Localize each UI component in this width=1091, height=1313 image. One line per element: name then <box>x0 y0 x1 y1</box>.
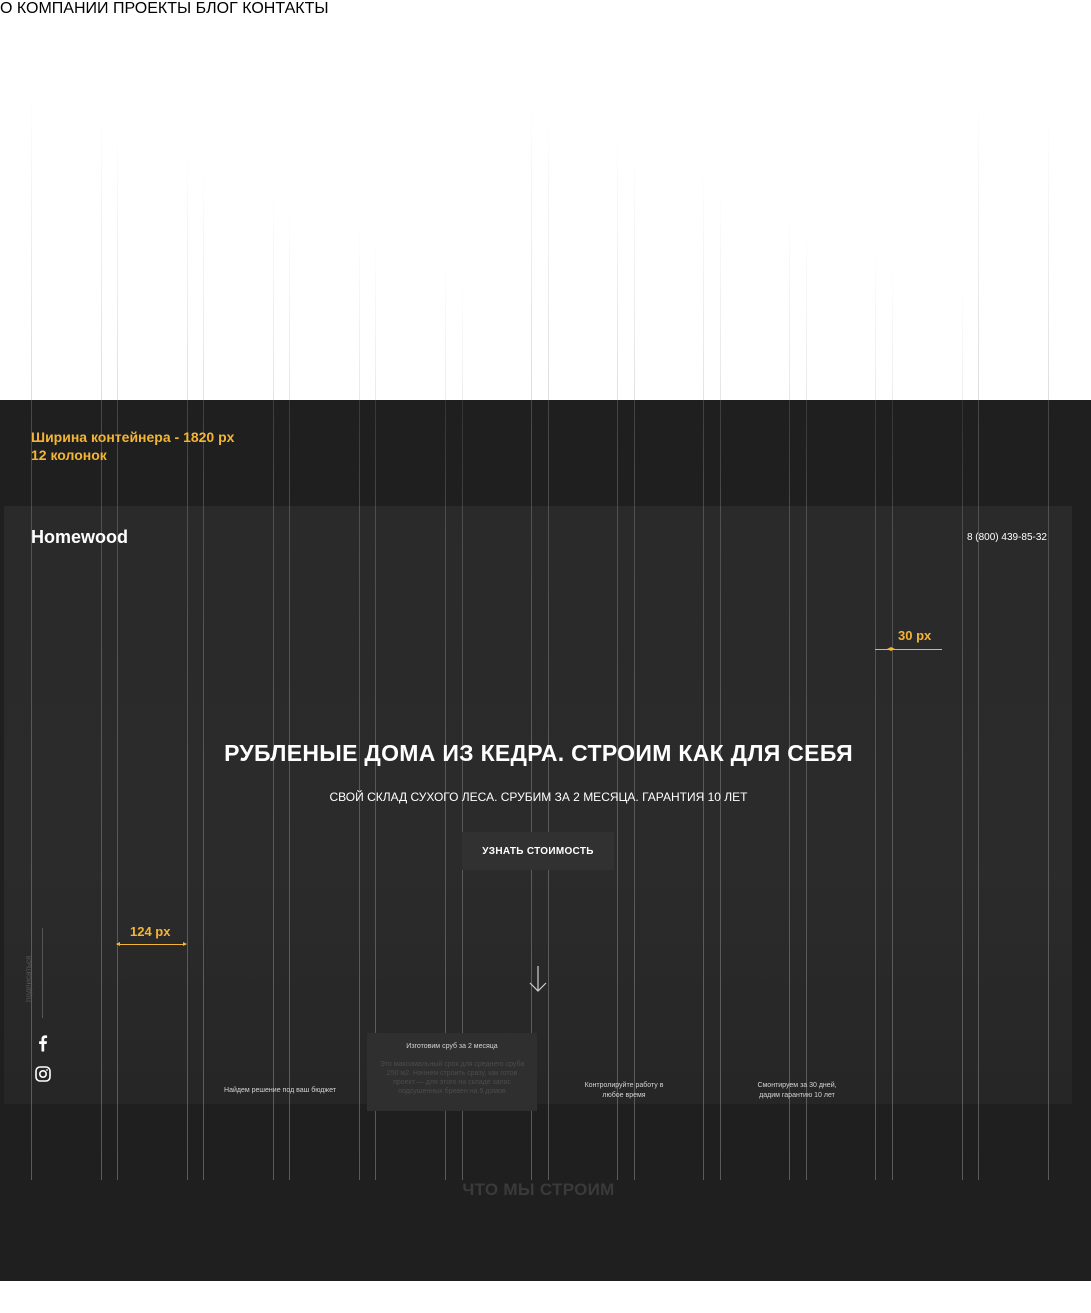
container-spec: Ширина контейнера - 1820 px 12 колонок <box>31 428 234 464</box>
nav-item-company[interactable]: О КОМПАНИИ <box>0 0 109 17</box>
scroll-down-icon[interactable] <box>528 965 548 993</box>
grid-line <box>720 186 721 1180</box>
nav-item-projects[interactable]: ПРОЕКТЫ <box>113 0 191 17</box>
hero-subtitle: СВОЙ СКЛАД СУХОГО ЛЕСА. СРУБИМ ЗА 2 МЕСЯ… <box>329 790 748 804</box>
hero-panel <box>4 506 1072 1104</box>
main-nav: О КОМПАНИИ ПРОЕКТЫ БЛОГ КОНТАКТЫ <box>0 0 1091 18</box>
grid-line <box>31 90 32 1180</box>
feature-title: Найдем решение под ваш бюджет <box>224 1087 336 1094</box>
grid-line <box>703 168 704 1180</box>
feature-install: Смонтируем за 30 дней, дадим гарантию 10… <box>748 1081 846 1101</box>
grid-line <box>548 112 549 1180</box>
hero-title: РУБЛЕНЫЕ ДОМА ИЗ КЕДРА. СТРОИМ КАК ДЛЯ С… <box>224 740 853 766</box>
logo[interactable]: Homewood <box>31 527 128 548</box>
grid-line <box>359 220 360 1180</box>
grid-line <box>117 127 118 1180</box>
get-price-button[interactable]: УЗНАТЬ СТОИМОСТЬ <box>462 832 614 870</box>
feature-control: Контролируйте работу в любое время <box>576 1081 672 1101</box>
grid-line <box>531 94 532 1180</box>
grid-line <box>273 183 274 1180</box>
grid-line <box>978 97 979 1180</box>
gutter-measure-line <box>875 649 942 650</box>
container-width-label: Ширина контейнера - 1820 px <box>31 429 235 445</box>
gutter-measure-label: 30 px <box>898 628 932 643</box>
subscribe-link[interactable]: подписаться <box>24 955 33 1002</box>
nav-item-blog[interactable]: БЛОГ <box>196 0 238 17</box>
grid-line <box>187 146 188 1180</box>
instagram-icon[interactable] <box>35 1066 51 1082</box>
grid-line <box>101 109 102 1180</box>
section-title: ЧТО МЫ СТРОИМ <box>462 1180 615 1199</box>
nav-item-contacts[interactable]: КОНТАКТЫ <box>242 0 328 17</box>
grid-line <box>1048 116 1049 1180</box>
feature-timeline: Изготовим сруб за 2 месяца Это максималь… <box>376 1042 528 1096</box>
grid-line <box>789 205 790 1180</box>
feature-title: Изготовим сруб за 2 месяца <box>406 1043 498 1050</box>
grid-line <box>892 260 893 1180</box>
subscribe-divider <box>42 928 43 1018</box>
grid-line <box>203 164 204 1180</box>
feature-title: Контролируйте работу в любое время <box>584 1082 664 1099</box>
phone-number[interactable]: 8 (800) 439-85-32 <box>967 532 1047 543</box>
column-measure-label: 124 px <box>130 924 171 939</box>
grid-line <box>634 149 635 1180</box>
feature-budget: Найдем решение под ваш бюджет <box>208 1086 352 1096</box>
feature-description: Это максимальный срок для среднего сруба… <box>379 1061 525 1095</box>
grid-line <box>806 223 807 1180</box>
gutter-measure-marker <box>887 647 895 651</box>
columns-label: 12 колонок <box>31 447 107 463</box>
grid-line <box>875 242 876 1180</box>
grid-line <box>289 201 290 1180</box>
grid-line <box>617 131 618 1180</box>
feature-title: Смонтируем за 30 дней, дадим гарантию 10… <box>757 1082 837 1099</box>
facebook-icon[interactable] <box>35 1034 51 1052</box>
column-measure-line <box>116 942 187 946</box>
grid-line <box>962 279 963 1180</box>
